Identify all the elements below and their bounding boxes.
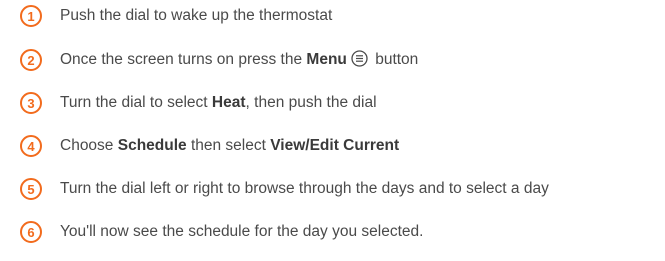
step-5: 5 Turn the dial left or right to browse … (20, 176, 549, 202)
step-text: Once the screen turns on press the Menu … (60, 50, 419, 68)
step-text: Turn the dial to select Heat, then push … (60, 94, 377, 111)
step-number-badge: 6 (20, 221, 42, 243)
step-text: Push the dial to wake up the thermostat (60, 7, 333, 24)
step-number-badge: 5 (20, 178, 42, 200)
step-number-badge: 2 (20, 49, 42, 71)
step-number-badge: 1 (20, 5, 42, 27)
menu-list-icon (351, 50, 368, 68)
step-text: Turn the dial left or right to browse th… (60, 180, 549, 197)
step-text: You'll now see the schedule for the day … (60, 223, 424, 240)
step-4: 4 Choose Schedule then select View/Edit … (20, 133, 399, 159)
step-1: 1 Push the dial to wake up the thermosta… (20, 3, 332, 29)
step-6: 6 You'll now see the schedule for the da… (20, 219, 423, 245)
step-2: 2 Once the screen turns on press the Men… (20, 47, 418, 73)
instruction-steps: 1 Push the dial to wake up the thermosta… (0, 0, 665, 261)
step-3: 3 Turn the dial to select Heat, then pus… (20, 90, 377, 116)
step-text: Choose Schedule then select View/Edit Cu… (60, 137, 400, 154)
step-number-badge: 4 (20, 135, 42, 157)
step-number-badge: 3 (20, 92, 42, 114)
